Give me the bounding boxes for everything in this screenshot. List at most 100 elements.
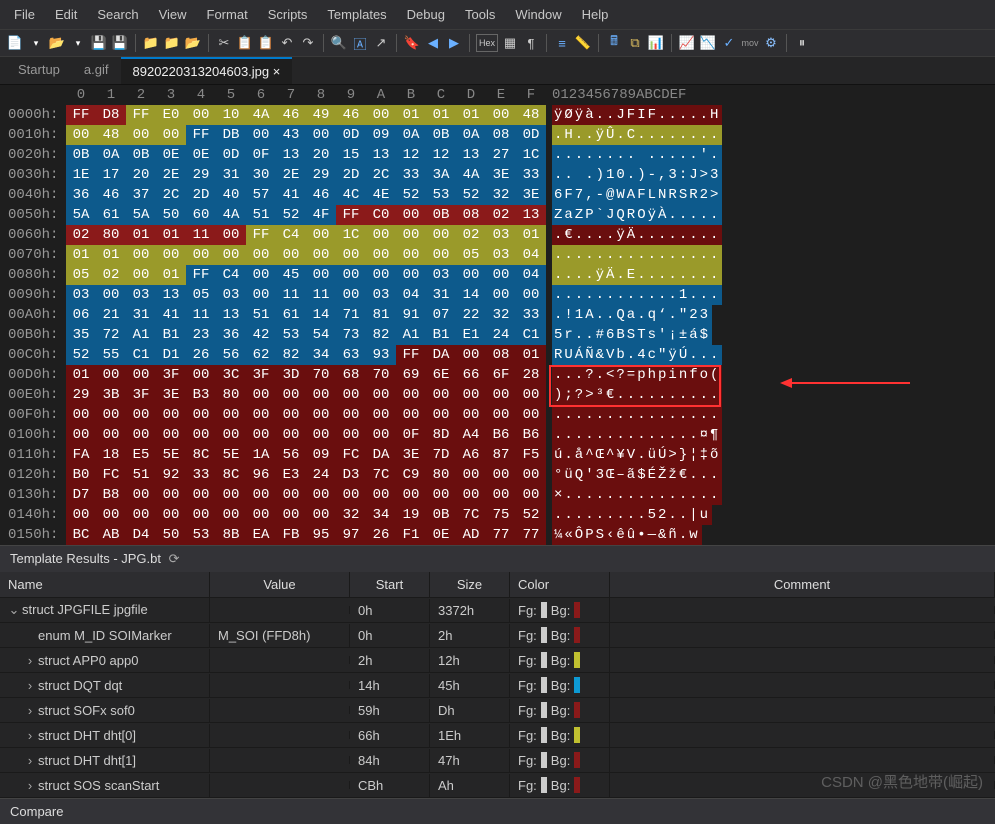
byte[interactable]: 00 (126, 245, 156, 265)
byte[interactable]: 0D (336, 125, 366, 145)
byte[interactable]: 61 (96, 205, 126, 225)
byte[interactable]: 00 (456, 465, 486, 485)
table-row[interactable]: ›struct DHT dht[0]66h1EhFg: Bg: (0, 723, 995, 748)
byte[interactable]: 13 (516, 205, 546, 225)
byte[interactable]: 03 (486, 245, 516, 265)
byte[interactable]: 6E (426, 365, 456, 385)
undo-icon[interactable]: ↶ (278, 34, 296, 52)
byte[interactable]: 0D (516, 125, 546, 145)
hex-row[interactable]: 0110h:FA18E55E8C5E1A5609FCDA3E7DA687F5ú.… (0, 445, 995, 465)
byte[interactable]: DA (366, 445, 396, 465)
byte[interactable]: 00 (156, 245, 186, 265)
calculator-icon[interactable]: 🖩 (605, 34, 623, 52)
byte[interactable]: 00 (246, 425, 276, 445)
byte[interactable]: 08 (456, 205, 486, 225)
byte[interactable]: 4E (366, 185, 396, 205)
byte[interactable]: 87 (486, 445, 516, 465)
tab-startup[interactable]: Startup (6, 57, 72, 84)
byte[interactable]: FF (126, 105, 156, 125)
byte[interactable]: A1 (126, 325, 156, 345)
menu-help[interactable]: Help (574, 4, 617, 25)
byte[interactable]: 20 (126, 165, 156, 185)
bookmark-next-icon[interactable]: ▶ (445, 34, 463, 52)
byte[interactable]: 00 (486, 105, 516, 125)
byte[interactable]: AB (96, 525, 126, 545)
byte[interactable]: C1 (516, 325, 546, 345)
ascii[interactable]: .. .)10.)-,3:J>3 (552, 165, 722, 185)
byte[interactable]: 00 (186, 365, 216, 385)
byte[interactable]: 04 (396, 285, 426, 305)
table-row[interactable]: ›struct DQT dqt14h45hFg: Bg: (0, 673, 995, 698)
byte[interactable]: C9 (396, 465, 426, 485)
byte[interactable]: 09 (366, 125, 396, 145)
ascii[interactable]: ÿØÿà..JFIF.....H (552, 105, 722, 125)
byte[interactable]: FC (336, 445, 366, 465)
table-row[interactable]: ›struct APP0 app02h12hFg: Bg: (0, 648, 995, 673)
byte[interactable]: 00 (306, 125, 336, 145)
byte[interactable]: 52 (276, 205, 306, 225)
tab-8920220313204603-jpg[interactable]: 8920220313204603.jpg × (121, 57, 293, 84)
byte[interactable]: 24 (486, 325, 516, 345)
byte[interactable]: FF (246, 225, 276, 245)
compare-icon[interactable]: ⧉ (626, 34, 644, 52)
byte[interactable]: 23 (186, 325, 216, 345)
byte[interactable]: 03 (366, 285, 396, 305)
byte[interactable]: 02 (66, 225, 96, 245)
byte[interactable]: 00 (516, 405, 546, 425)
new-file-icon[interactable]: 📄 (6, 34, 24, 52)
col-header[interactable]: Comment (610, 572, 995, 597)
byte[interactable]: 42 (246, 325, 276, 345)
byte[interactable]: 00 (156, 505, 186, 525)
byte[interactable]: 2D (336, 165, 366, 185)
byte[interactable]: 00 (186, 105, 216, 125)
byte[interactable]: 46 (336, 105, 366, 125)
byte[interactable]: 7C (456, 505, 486, 525)
byte[interactable]: 00 (516, 385, 546, 405)
ascii[interactable]: .........52..|u (552, 505, 712, 525)
byte[interactable]: 3E (516, 185, 546, 205)
byte[interactable]: 00 (66, 405, 96, 425)
byte[interactable]: 0B (126, 145, 156, 165)
hex-row[interactable]: 0070h:01010000000000000000000000050304..… (0, 245, 995, 265)
byte[interactable]: 68 (336, 365, 366, 385)
byte[interactable]: DA (426, 345, 456, 365)
byte[interactable]: 24 (306, 465, 336, 485)
folder-icon[interactable]: 📁 (142, 34, 160, 52)
ruler-icon[interactable]: 📏 (574, 34, 592, 52)
byte[interactable]: 69 (396, 365, 426, 385)
byte[interactable]: 32 (486, 305, 516, 325)
byte[interactable]: 36 (66, 185, 96, 205)
col-header[interactable]: Value (210, 572, 350, 597)
expand-icon[interactable]: › (24, 778, 36, 793)
menu-edit[interactable]: Edit (47, 4, 85, 25)
byte[interactable]: 13 (276, 145, 306, 165)
byte[interactable]: D4 (126, 525, 156, 545)
byte[interactable]: 21 (96, 305, 126, 325)
byte[interactable]: 00 (276, 245, 306, 265)
byte[interactable]: 04 (516, 265, 546, 285)
byte[interactable]: 01 (456, 105, 486, 125)
byte[interactable]: 3F (156, 365, 186, 385)
byte[interactable]: 37 (126, 185, 156, 205)
byte[interactable]: 00 (306, 505, 336, 525)
byte[interactable]: 05 (66, 265, 96, 285)
byte[interactable]: 7C (366, 465, 396, 485)
col-header[interactable]: Name (0, 572, 210, 597)
byte[interactable]: 00 (186, 425, 216, 445)
byte[interactable]: 32 (486, 185, 516, 205)
byte[interactable]: 00 (186, 405, 216, 425)
byte[interactable]: 00 (456, 265, 486, 285)
byte[interactable]: 34 (306, 345, 336, 365)
hex-row[interactable]: 0090h:03000313050300111100030431140000..… (0, 285, 995, 305)
byte[interactable]: 14 (456, 285, 486, 305)
byte[interactable]: AD (456, 525, 486, 545)
hex-row[interactable]: 0120h:B0FC5192338C96E324D37CC980000000°ü… (0, 465, 995, 485)
byte[interactable]: 19 (396, 505, 426, 525)
byte[interactable]: C4 (276, 225, 306, 245)
byte[interactable]: 00 (216, 485, 246, 505)
byte[interactable]: 07 (426, 305, 456, 325)
byte[interactable]: 13 (456, 145, 486, 165)
byte[interactable]: 00 (246, 125, 276, 145)
byte[interactable]: 8D (426, 425, 456, 445)
byte[interactable]: 0A (96, 145, 126, 165)
